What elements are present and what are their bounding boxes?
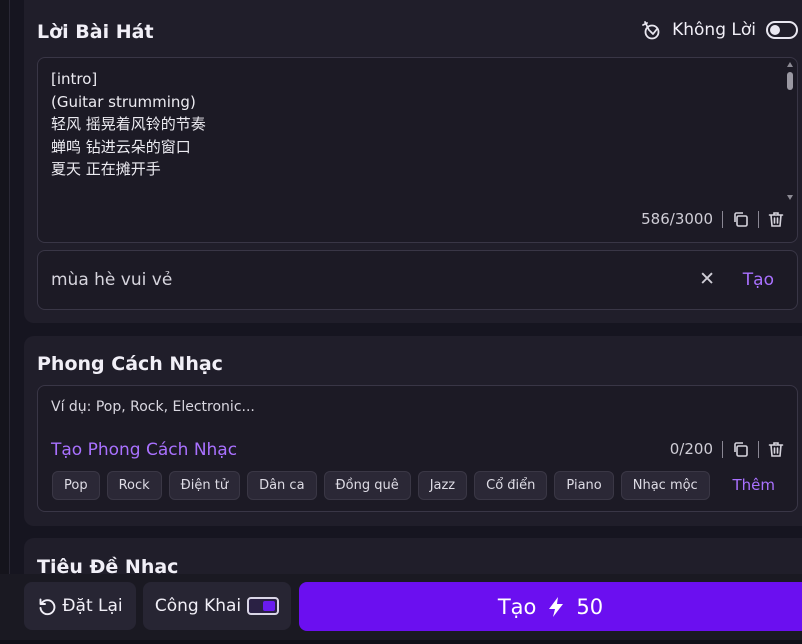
style-char-count: 0/200 (669, 440, 713, 458)
public-switch[interactable] (247, 597, 280, 615)
divider (758, 440, 759, 458)
left-gutter (0, 0, 10, 644)
copy-style-button[interactable] (731, 440, 749, 458)
reset-icon (39, 598, 56, 616)
instrumental-toggle[interactable]: Không Lời (640, 18, 798, 42)
style-chip[interactable]: Pop (52, 471, 100, 500)
copy-icon (733, 211, 748, 227)
trash-icon (768, 441, 784, 457)
scroll-down-icon[interactable] (787, 195, 793, 200)
divider (758, 210, 759, 228)
lyrics-panel: Lời Bài Hát Không Lời [intro] (Guitar st… (24, 0, 802, 323)
style-chip[interactable]: Cổ điển (474, 471, 548, 500)
scroll-thumb[interactable] (787, 72, 793, 90)
style-title: Phong Cách Nhạc (37, 353, 223, 375)
switch-knob (770, 25, 780, 35)
create-label: Tạo (497, 594, 537, 619)
copy-lyrics-button[interactable] (731, 210, 749, 228)
divider (722, 210, 723, 228)
style-chip[interactable]: Dân ca (247, 471, 317, 500)
public-toggle[interactable]: Công Khai (143, 582, 291, 630)
instrumental-icon (642, 21, 660, 40)
bolt-icon (549, 596, 564, 617)
style-chip[interactable]: Jazz (417, 471, 468, 500)
lyrics-char-count: 586/3000 (641, 210, 713, 228)
style-chip[interactable]: Piano (554, 471, 614, 500)
generate-style-button[interactable]: Tạo Phong Cách Nhạc (51, 440, 237, 460)
instrumental-switch[interactable] (766, 21, 798, 39)
lyrics-scrollbar[interactable] (786, 60, 794, 202)
create-song-button[interactable]: Tạo 50 (299, 582, 802, 631)
divider (722, 440, 723, 458)
credits-count: 50 (576, 594, 604, 619)
switch-knob (263, 601, 276, 611)
public-label: Công Khai (154, 596, 242, 616)
trash-icon (768, 211, 784, 227)
lyrics-prompt-input[interactable]: mùa hè vui vẻ (51, 270, 172, 290)
scroll-up-icon[interactable] (787, 62, 793, 67)
style-chip[interactable]: Rock (106, 471, 162, 500)
generate-lyrics-button[interactable]: Tạo (743, 270, 774, 290)
instrumental-label: Không Lời (672, 20, 756, 40)
close-icon[interactable]: ✕ (699, 268, 715, 290)
reset-button[interactable]: Đặt Lại (24, 582, 136, 630)
reset-label: Đặt Lại (62, 596, 123, 616)
bottom-edge (0, 640, 802, 644)
style-chip[interactable]: Điện tử (168, 471, 241, 500)
style-panel: Phong Cách Nhạc Ví dụ: Pop, Rock, Electr… (24, 336, 802, 526)
lyrics-text[interactable]: [intro] (Guitar strumming) 轻风 摇晃着风铃的节奏 蝉… (51, 68, 206, 181)
style-chips: Pop Rock Điện tử Dân ca Đồng quê Jazz Cổ… (52, 471, 710, 500)
delete-lyrics-button[interactable] (767, 210, 785, 228)
style-input[interactable]: Ví dụ: Pop, Rock, Electronic... (51, 399, 255, 415)
style-counter-row: 0/200 (670, 440, 785, 458)
lyrics-counter-row: 586/3000 (641, 210, 785, 228)
style-chip[interactable]: Nhạc mộc (620, 471, 710, 500)
lyrics-title: Lời Bài Hát (37, 21, 154, 43)
style-field[interactable]: Ví dụ: Pop, Rock, Electronic... Tạo Phon… (37, 385, 798, 512)
lyrics-textarea[interactable]: [intro] (Guitar strumming) 轻风 摇晃着风铃的节奏 蝉… (37, 57, 798, 243)
more-styles-button[interactable]: Thêm (732, 476, 775, 494)
lyrics-prompt-field[interactable]: mùa hè vui vẻ ✕ Tạo (37, 250, 798, 310)
delete-style-button[interactable] (767, 440, 785, 458)
style-chip[interactable]: Đồng quê (323, 471, 411, 500)
copy-icon (733, 441, 748, 457)
footer-bar: Đặt Lại Công Khai Tạo 50 (0, 574, 802, 644)
